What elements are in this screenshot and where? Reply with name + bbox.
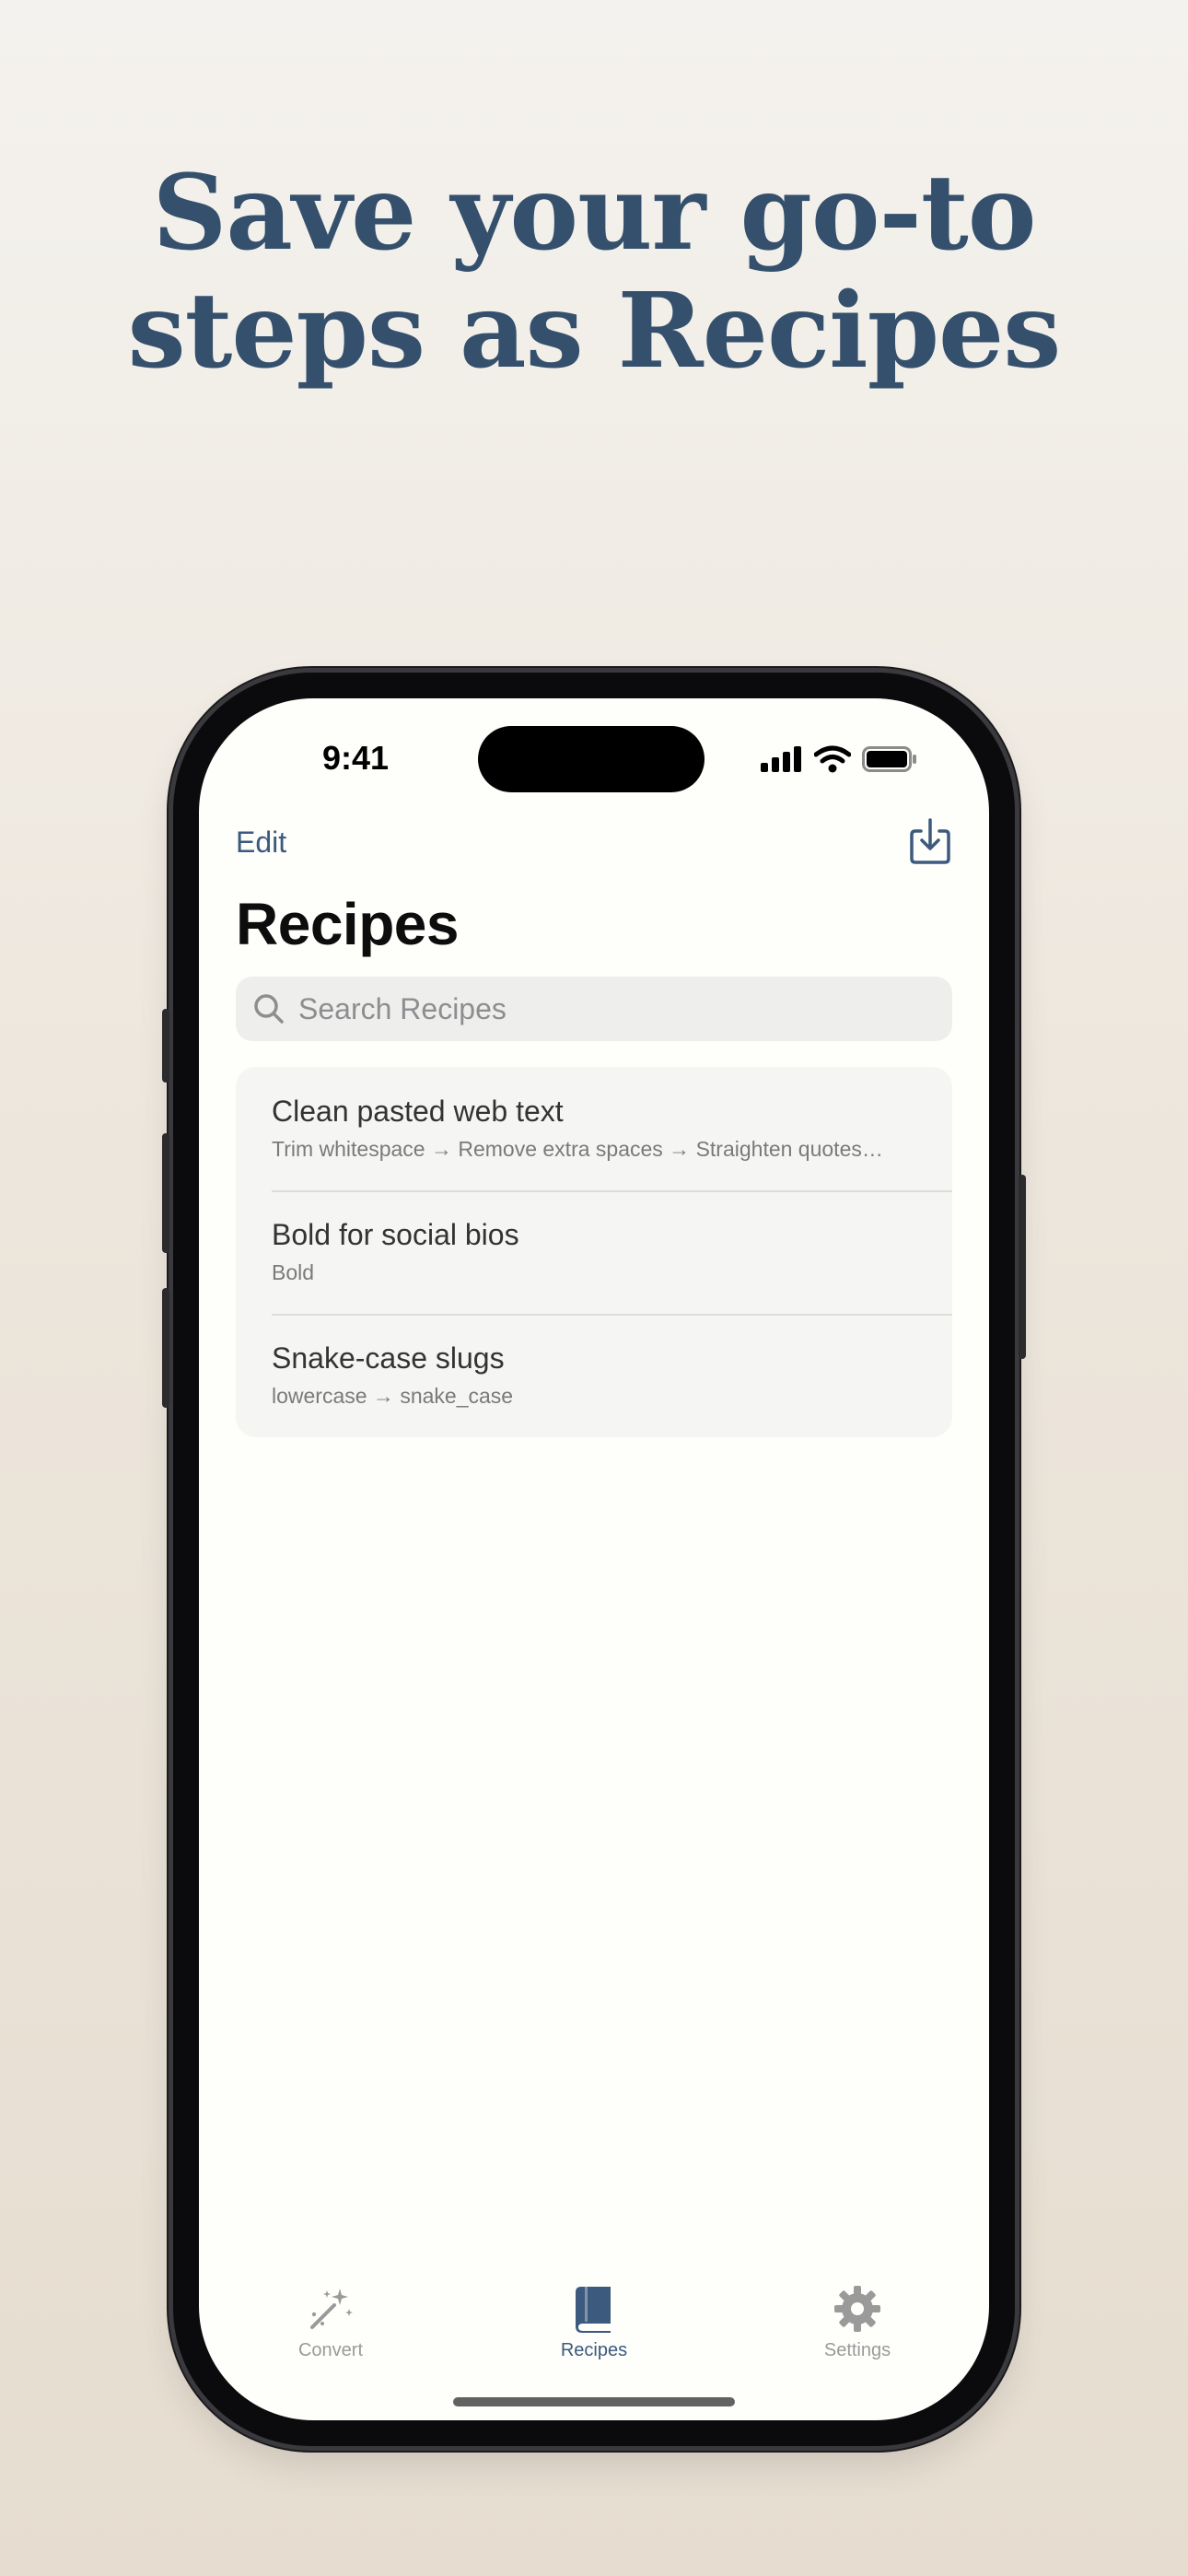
recipe-title: Snake-case slugs [272,1341,505,1375]
headline-line-1: Save your go-to [152,153,1037,274]
edit-button[interactable]: Edit [236,825,286,860]
recipe-steps: Trim whitespace → Remove extra spaces → … [272,1137,883,1161]
action-button [162,1009,169,1083]
battery-icon [862,746,916,772]
recipe-steps: Bold [272,1260,315,1284]
tab-bar: Convert Recipes Settings [199,2283,989,2375]
tab-recipes[interactable]: Recipes [502,2283,686,2361]
tab-label: Settings [823,2340,891,2360]
recipe-row-bold-for-social-bios[interactable]: Bold for social bios Bold [236,1190,952,1314]
volume-up-button [162,1133,169,1253]
phone-frame: 9:41 Edit Recipes Search Recipes Clean p… [162,673,1026,2446]
dynamic-island [478,726,705,792]
headline: Save your go-to steps as Recipes [0,155,1188,391]
book-icon [502,2283,686,2335]
recipe-title: Bold for social bios [272,1218,519,1251]
page-title: Recipes [236,891,459,957]
magic-wand-icon [239,2283,423,2335]
tab-settings[interactable]: Settings [765,2283,949,2361]
tab-label: Recipes [560,2340,628,2360]
recipe-list: Clean pasted web text Trim whitespace → … [236,1067,952,1437]
tab-label: Convert [297,2340,364,2360]
recipe-steps: lowercase → snake_case [272,1384,514,1408]
recipe-row-snake-case-slugs[interactable]: Snake-case slugs lowercase → snake_case [236,1314,952,1437]
cellular-signal-icon [761,746,801,772]
search-icon [252,992,285,1025]
recipe-row-clean-pasted-web-text[interactable]: Clean pasted web text Trim whitespace → … [236,1067,952,1190]
gear-icon [765,2283,949,2335]
phone-screen: 9:41 Edit Recipes Search Recipes Clean p… [199,698,989,2420]
headline-line-2: steps as Recipes [127,271,1062,392]
power-button [1019,1175,1026,1359]
search-input[interactable]: Search Recipes [298,992,507,1026]
status-icons [761,743,917,776]
home-indicator[interactable] [453,2397,735,2406]
volume-down-button [162,1288,169,1408]
wifi-icon [814,745,851,773]
search-field[interactable]: Search Recipes [236,977,952,1041]
tab-convert[interactable]: Convert [239,2283,423,2361]
recipe-title: Clean pasted web text [272,1095,564,1128]
status-time: 9:41 [321,739,390,777]
tray-arrow-down-icon [910,818,950,864]
import-button[interactable] [908,818,952,866]
